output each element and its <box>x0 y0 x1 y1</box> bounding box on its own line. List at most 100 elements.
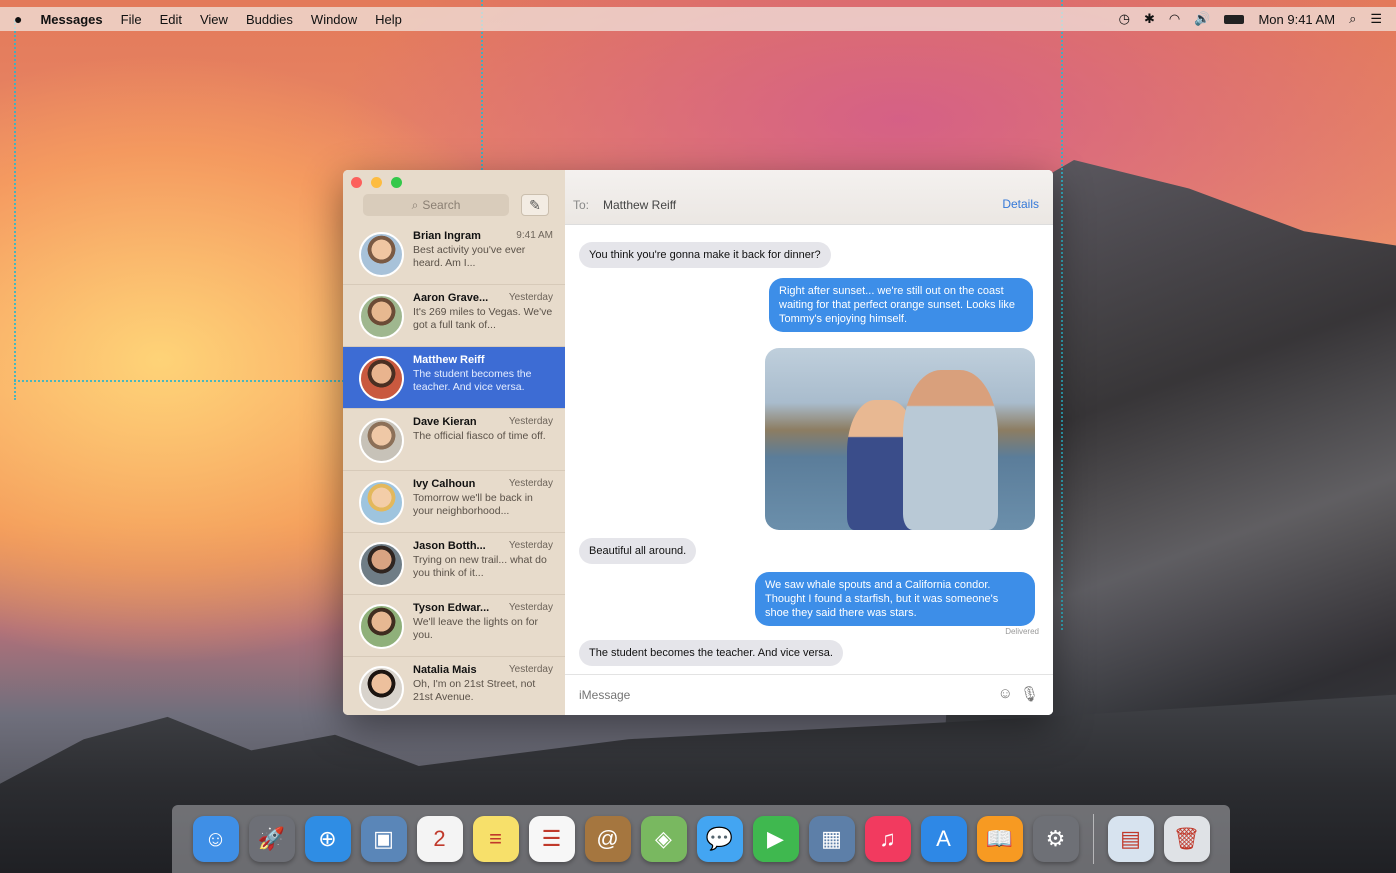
conversation-sidebar: ⌕ Search ✎ Brian Ingram 9:41 AM Best act… <box>343 170 566 715</box>
facetime-icon[interactable]: ▶ <box>752 816 799 862</box>
itunes-icon[interactable]: ♫ <box>864 816 911 862</box>
time-machine-icon[interactable]: ◷ <box>1119 11 1130 27</box>
trash-icon[interactable]: 🗑 <box>1163 816 1210 862</box>
reminders-icon[interactable]: ☰ <box>528 816 575 862</box>
launchpad-icon[interactable]: 🚀 <box>248 816 295 862</box>
bluetooth-icon[interactable]: ✱ <box>1144 11 1155 27</box>
conversation-item[interactable]: Brian Ingram 9:41 AM Best activity you'v… <box>343 223 565 285</box>
message-preview: We'll leave the lights on for you. <box>413 616 538 641</box>
conversation-item[interactable]: Natalia Mais Yesterday Oh, I'm on 21st S… <box>343 657 565 715</box>
conversation-item[interactable]: Dave Kieran Yesterday The official fiasc… <box>343 409 565 471</box>
contact-name: Tyson Edwar... <box>413 602 490 614</box>
conversation-list: Brian Ingram 9:41 AM Best activity you'v… <box>343 223 565 715</box>
minimize-window-button[interactable] <box>371 177 382 188</box>
conversation-item-selected[interactable]: Matthew Reiff The student becomes the te… <box>343 347 565 409</box>
finder-icon[interactable]: ☺ <box>192 816 239 862</box>
conversation-item[interactable]: Jason Botth... Yesterday Trying on new t… <box>343 533 565 595</box>
message-preview: The student becomes the teacher. And vic… <box>413 368 532 393</box>
messages-icon[interactable]: 💬 <box>696 816 743 862</box>
message-composer: ☺ 🎙 <box>565 674 1053 715</box>
menu-clock[interactable]: Mon 9:41 AM <box>1258 12 1335 27</box>
message-bubble-outgoing: Right after sunset... we're still out on… <box>769 278 1033 332</box>
conversation-item[interactable]: Aaron Grave... Yesterday It's 269 miles … <box>343 285 565 347</box>
documents-folder-icon[interactable]: ▤ <box>1107 816 1154 862</box>
compose-icon: ✎ <box>529 196 541 213</box>
ibooks-icon[interactable]: 📖 <box>976 816 1023 862</box>
avatar <box>359 418 404 463</box>
photo-booth-icon[interactable]: ▦ <box>808 816 855 862</box>
menu-view[interactable]: View <box>200 12 228 27</box>
contact-name: Matthew Reiff <box>413 354 485 366</box>
message-preview: The official fiasco of time off. <box>413 430 546 442</box>
message-time: Yesterday <box>508 416 553 427</box>
message-time: Yesterday <box>508 478 553 489</box>
message-preview: Tomorrow we'll be back in your neighborh… <box>413 492 533 517</box>
conversation-item[interactable]: Tyson Edwar... Yesterday We'll leave the… <box>343 595 565 657</box>
photo-person <box>903 370 998 530</box>
spotlight-icon[interactable]: ⌕ <box>1349 11 1356 27</box>
preview-icon[interactable]: ▣ <box>360 816 407 862</box>
contact-name: Jason Botth... <box>413 540 486 552</box>
recipient-name[interactable]: Matthew Reiff <box>603 198 676 212</box>
zoom-window-button[interactable] <box>391 177 402 188</box>
emoji-icon[interactable]: ☺ <box>998 685 1013 702</box>
guide-line <box>14 20 16 400</box>
message-input[interactable] <box>577 683 971 707</box>
search-icon: ⌕ <box>411 197 419 212</box>
avatar <box>359 294 404 339</box>
dock: ☺ 🚀 ⊕ ▣ 2 ≡ ☰ @ ◈ 💬 ▶ ▦ ♫ A 📖 ⚙ ▤ 🗑 <box>172 805 1230 873</box>
message-time: 9:41 AM <box>516 230 553 241</box>
microphone-icon[interactable]: 🎙 <box>1020 685 1039 703</box>
menu-buddies[interactable]: Buddies <box>246 12 293 27</box>
message-time: Yesterday <box>508 292 553 303</box>
calendar-icon[interactable]: 2 <box>416 816 463 862</box>
contact-name: Brian Ingram <box>413 230 481 242</box>
contacts-icon[interactable]: @ <box>584 816 631 862</box>
search-placeholder: Search <box>422 198 461 212</box>
contact-name: Ivy Calhoun <box>413 478 476 490</box>
chat-header: To: Matthew Reiff Details <box>565 170 1053 225</box>
guide-line <box>14 380 344 382</box>
message-preview: It's 269 miles to Vegas. We've got a ful… <box>413 306 553 331</box>
conversation-item[interactable]: Ivy Calhoun Yesterday Tomorrow we'll be … <box>343 471 565 533</box>
apple-icon[interactable]: ● <box>14 11 22 27</box>
menu-help[interactable]: Help <box>375 12 402 27</box>
menu-edit[interactable]: Edit <box>160 12 182 27</box>
delivered-status: Delivered <box>1005 627 1039 636</box>
menu-file[interactable]: File <box>121 12 142 27</box>
avatar <box>359 604 404 649</box>
guide-line <box>1061 0 1063 630</box>
safari-icon[interactable]: ⊕ <box>304 816 351 862</box>
message-photo[interactable] <box>765 348 1035 530</box>
contact-name: Dave Kieran <box>413 416 477 428</box>
maps-icon[interactable]: ◈ <box>640 816 687 862</box>
recipient-label: To: <box>573 198 590 212</box>
message-time: Yesterday <box>508 602 553 613</box>
message-preview: Oh, I'm on 21st Street, not 21st Avenue. <box>413 678 536 703</box>
avatar <box>359 356 404 401</box>
message-bubble-incoming: You think you're gonna make it back for … <box>579 242 831 268</box>
close-window-button[interactable] <box>351 177 362 188</box>
notes-icon[interactable]: ≡ <box>472 816 519 862</box>
notification-center-icon[interactable]: ☰ <box>1370 11 1382 27</box>
contact-name: Natalia Mais <box>413 664 477 676</box>
system-preferences-icon[interactable]: ⚙ <box>1032 816 1079 862</box>
avatar <box>359 666 404 711</box>
menu-app-name[interactable]: Messages <box>40 12 102 27</box>
message-preview: Best activity you've ever heard. Am I... <box>413 244 526 269</box>
details-button[interactable]: Details <box>1002 197 1039 211</box>
battery-icon[interactable] <box>1224 14 1245 24</box>
message-bubble-outgoing: We saw whale spouts and a California con… <box>755 572 1035 626</box>
avatar <box>359 480 404 525</box>
message-bubble-incoming: The student becomes the teacher. And vic… <box>579 640 843 666</box>
avatar <box>359 542 404 587</box>
message-time: Yesterday <box>508 540 553 551</box>
volume-icon[interactable]: 🔊 <box>1194 11 1210 27</box>
wifi-icon[interactable]: ◠ <box>1169 11 1180 27</box>
search-field[interactable]: ⌕ Search <box>363 194 509 216</box>
messages-window: ⌕ Search ✎ Brian Ingram 9:41 AM Best act… <box>343 170 1053 715</box>
message-preview: Trying on new trail... what do you think… <box>413 554 547 579</box>
app-store-icon[interactable]: A <box>920 816 967 862</box>
menu-window[interactable]: Window <box>311 12 357 27</box>
compose-button[interactable]: ✎ <box>521 194 549 216</box>
